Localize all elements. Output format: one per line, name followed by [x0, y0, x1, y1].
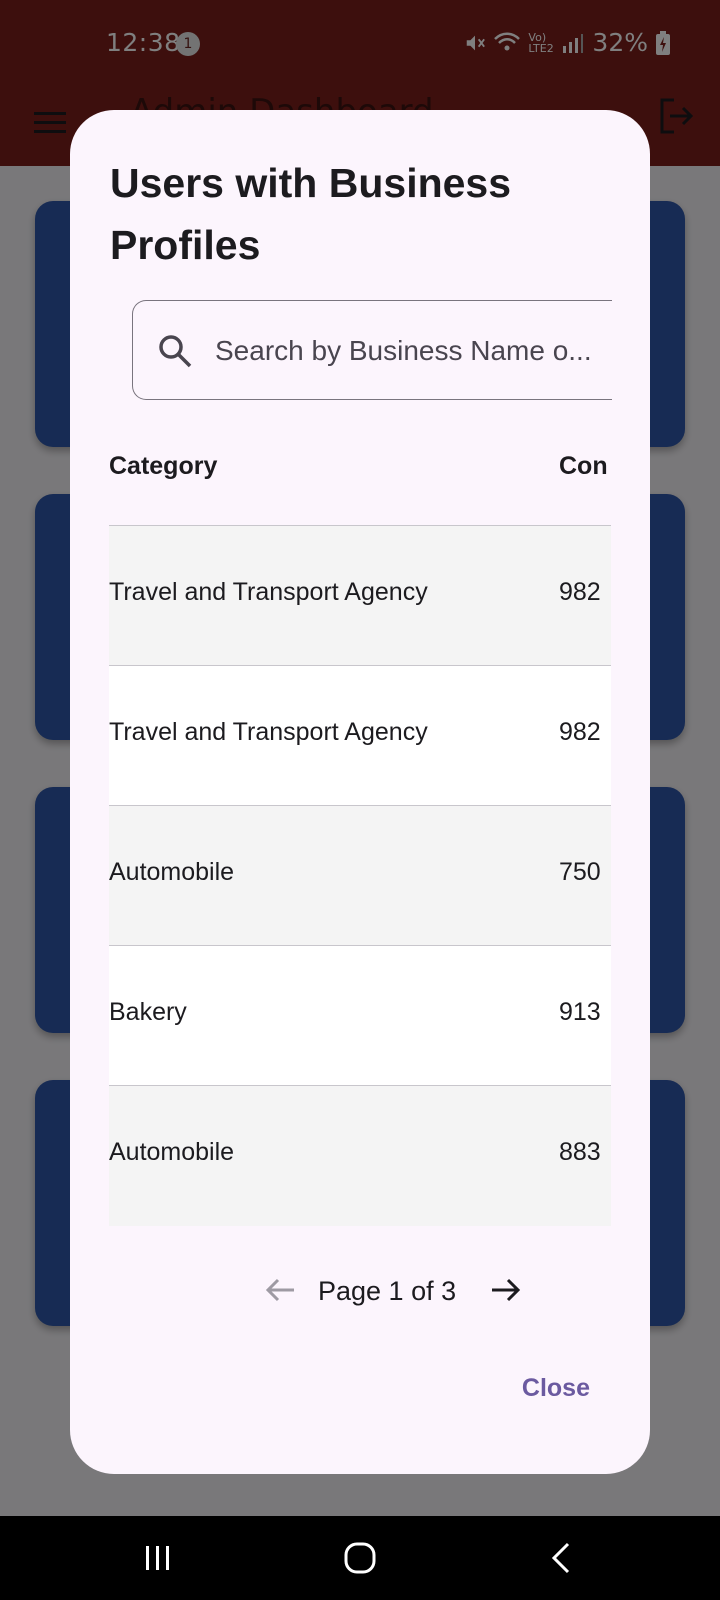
cell-category: Automobile: [109, 858, 235, 886]
cell-contact: 982: [559, 578, 601, 606]
back-icon[interactable]: [542, 1538, 582, 1578]
cell-contact: 883: [559, 1138, 601, 1166]
table-row[interactable]: Travel and Transport Agency 982: [109, 666, 611, 806]
table-row[interactable]: Automobile 750: [109, 806, 611, 946]
cell-category: Travel and Transport Agency: [109, 578, 428, 606]
pagination: Page 1 of 3: [70, 1260, 650, 1320]
previous-page-arrow-icon[interactable]: [262, 1272, 298, 1308]
cell-contact: 750: [559, 858, 601, 886]
table-row[interactable]: Automobile 883: [109, 1086, 611, 1226]
business-profiles-dialog: Users with Business Profiles Category Co…: [70, 110, 650, 1474]
cell-category: Travel and Transport Agency: [109, 718, 428, 746]
cell-contact: 982: [559, 718, 601, 746]
cell-category: Automobile: [109, 1138, 235, 1166]
table-row[interactable]: Travel and Transport Agency 982: [109, 526, 611, 666]
column-header-category[interactable]: Category: [109, 452, 217, 481]
search-field[interactable]: [132, 300, 612, 400]
cell-contact: 913: [559, 998, 601, 1026]
close-button[interactable]: Close: [522, 1374, 590, 1403]
column-header-contact[interactable]: Con: [559, 452, 608, 481]
search-icon: [159, 335, 192, 368]
system-navigation-bar: [0, 1516, 720, 1600]
next-page-arrow-icon[interactable]: [488, 1272, 524, 1308]
search-input[interactable]: [215, 301, 612, 399]
recent-apps-icon[interactable]: [138, 1538, 178, 1578]
table-header-row: Category Con: [109, 410, 611, 526]
business-profiles-table: Category Con Travel and Transport Agency…: [109, 410, 611, 1334]
dialog-title: Users with Business Profiles: [110, 160, 512, 268]
cell-category: Bakery: [109, 998, 187, 1026]
home-icon[interactable]: [340, 1538, 380, 1578]
page-indicator: Page 1 of 3: [318, 1276, 457, 1306]
table-row[interactable]: Bakery 913: [109, 946, 611, 1086]
